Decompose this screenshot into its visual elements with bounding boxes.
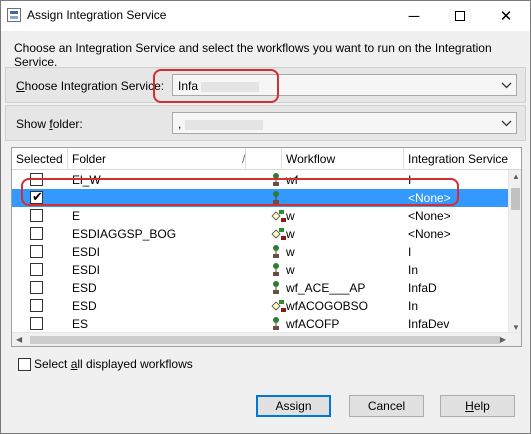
folder-cell: ESD: [72, 299, 97, 313]
workflow-cell: wfACOFP: [286, 317, 340, 331]
minimize-button[interactable]: ─: [391, 1, 437, 31]
integration-service-cell: <None>: [408, 191, 451, 205]
horizontal-scrollbar[interactable]: ◀ ▶: [12, 332, 521, 346]
table-row[interactable]: ✔ <None>: [12, 189, 509, 207]
table-row[interactable]: Ew <None>: [12, 207, 509, 225]
horizontal-scroll-thumb[interactable]: [30, 336, 500, 344]
sort-indicator-icon: /: [242, 152, 246, 166]
scroll-down-icon[interactable]: ▼: [512, 323, 520, 332]
assign-integration-service-dialog: Assign Integration Service ─ ✕ Choose an…: [0, 0, 531, 434]
row-checkbox[interactable]: [30, 173, 43, 186]
table-row[interactable]: El_W wf I: [12, 171, 509, 189]
folder-cell: ESDIAGGSP_BOG: [72, 227, 177, 241]
vertical-scrollbar[interactable]: ▲ ▼: [508, 170, 521, 334]
integration-service-cell: <None>: [408, 209, 451, 223]
show-folder-dropdown[interactable]: ,: [172, 112, 517, 134]
row-checkbox[interactable]: [30, 227, 43, 240]
column-header-workflow[interactable]: Workflow: [282, 148, 404, 170]
column-header-type[interactable]: [258, 148, 282, 170]
table-row[interactable]: ESDI w I: [12, 243, 509, 261]
workflow-cell: w: [286, 227, 295, 241]
scroll-up-icon[interactable]: ▲: [512, 172, 520, 181]
show-folder-row: Show folder: ,: [5, 105, 526, 141]
integration-service-cell: In: [408, 299, 419, 313]
integration-service-cell: In: [408, 263, 419, 277]
cancel-button[interactable]: Cancel: [349, 395, 424, 417]
integration-service-cell: InfaDev: [408, 317, 450, 331]
workflow-cell: w: [286, 263, 295, 277]
scroll-left-icon[interactable]: ◀: [16, 335, 22, 344]
workflow-grid: Selected Folder / Workflow Integration S…: [11, 147, 522, 347]
integration-service-dropdown[interactable]: Infa: [172, 74, 517, 96]
integration-service-cell: <None>: [408, 227, 451, 241]
integration-service-cell: I: [408, 173, 412, 187]
help-button[interactable]: Help: [440, 395, 515, 417]
table-row[interactable]: ESD wf_ACE___AP InfaD: [12, 279, 509, 297]
workflow-cell: wf_ACE___AP: [286, 281, 366, 295]
workflow-cell: wfACOGOBSO: [286, 299, 369, 313]
row-checkbox[interactable]: [30, 299, 43, 312]
folder-cell: ESDI: [72, 263, 101, 277]
workflow-cell: wf: [286, 173, 298, 187]
grid-header: Selected Folder / Workflow Integration S…: [12, 148, 521, 170]
column-header-folder[interactable]: Folder: [68, 148, 246, 170]
choose-service-row: Choose Integration Service: Infa: [5, 67, 526, 103]
vertical-scroll-thumb[interactable]: [511, 188, 520, 210]
scroll-right-icon[interactable]: ▶: [500, 335, 506, 344]
redacted-text: [201, 81, 260, 92]
select-all-checkbox[interactable]: [18, 358, 31, 371]
row-checkbox[interactable]: [30, 281, 43, 294]
instruction-text: Choose an Integration Service and select…: [14, 41, 492, 69]
row-checkbox[interactable]: [30, 209, 43, 222]
integration-service-cell: I: [408, 245, 412, 259]
minimize-icon: ─: [408, 7, 420, 25]
row-checkbox[interactable]: ✔: [30, 189, 43, 204]
workflow-cell: [282, 189, 404, 207]
integration-service-cell: InfaD: [408, 281, 437, 295]
table-row[interactable]: ESDI w In: [12, 261, 509, 279]
table-row[interactable]: ES wfACOFP InfaDev: [12, 315, 509, 333]
folder-cell: E: [72, 209, 81, 223]
folder-cell: [68, 189, 258, 207]
close-icon: ✕: [499, 8, 513, 25]
app-icon: [7, 8, 21, 22]
column-header-integration-service[interactable]: Integration Service: [404, 148, 521, 170]
show-folder-label: Show folder:: [16, 117, 83, 131]
show-folder-value: ,: [178, 117, 182, 131]
row-checkbox[interactable]: [30, 317, 43, 330]
redacted-text: [184, 119, 263, 130]
folder-cell: ES: [72, 317, 89, 331]
maximize-icon: [455, 11, 465, 21]
window-title: Assign Integration Service: [27, 8, 167, 22]
folder-cell: ESDI: [72, 245, 101, 259]
workflow-cell: w: [286, 245, 295, 259]
maximize-button[interactable]: [437, 1, 483, 31]
folder-cell: ESD: [72, 281, 97, 295]
integration-service-value: Infa: [178, 79, 199, 93]
select-all-label[interactable]: Select all displayed workflows: [34, 357, 193, 371]
assign-button[interactable]: Assign: [256, 395, 331, 417]
checkmark-icon: ✔: [32, 189, 43, 204]
column-header-selected[interactable]: Selected: [12, 148, 68, 170]
folder-cell: El_W: [72, 173, 101, 187]
chevron-down-icon[interactable]: [496, 113, 516, 133]
workflow-cell: w: [286, 209, 295, 223]
choose-service-label: Choose Integration Service:: [16, 79, 165, 93]
title-bar: Assign Integration Service ─ ✕: [1, 1, 530, 31]
row-checkbox[interactable]: [30, 263, 43, 276]
close-button[interactable]: ✕: [483, 1, 529, 31]
table-row[interactable]: ESDIAGGSP_BOG w <None>: [12, 225, 509, 243]
row-checkbox[interactable]: [30, 245, 43, 258]
chevron-down-icon[interactable]: [496, 75, 516, 95]
table-row[interactable]: ESD wfACOGOBSO In: [12, 297, 509, 315]
